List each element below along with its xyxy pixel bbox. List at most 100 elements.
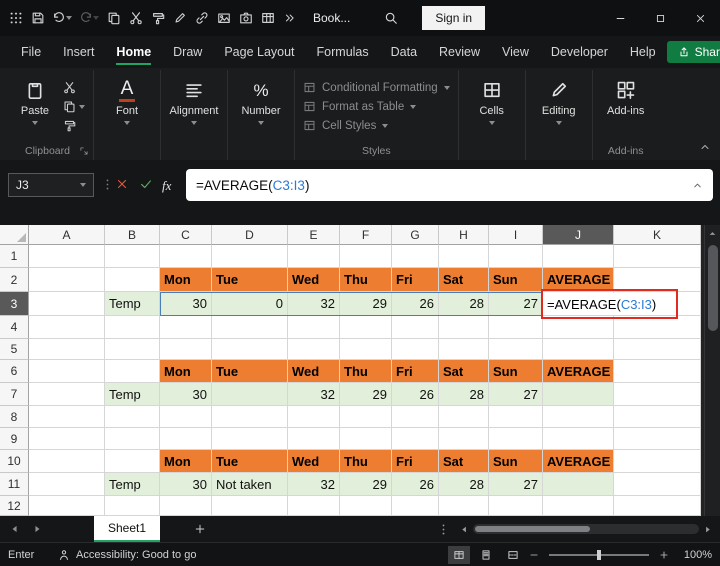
cell-H11[interactable]: 28 xyxy=(439,473,489,496)
image-icon[interactable] xyxy=(214,6,233,30)
cell-D8[interactable] xyxy=(212,406,288,428)
horizontal-scrollbar[interactable] xyxy=(460,524,712,534)
cell-D12[interactable] xyxy=(212,496,288,516)
cell-E10[interactable]: Wed xyxy=(288,450,340,473)
select-all-button[interactable] xyxy=(0,225,29,245)
cell-D1[interactable] xyxy=(212,245,288,268)
cell-I1[interactable] xyxy=(489,245,543,268)
cell-E1[interactable] xyxy=(288,245,340,268)
cell-B4[interactable] xyxy=(105,316,160,339)
cell-J9[interactable] xyxy=(543,428,614,450)
cell-F7[interactable]: 29 xyxy=(340,383,392,406)
cell-G11[interactable]: 26 xyxy=(392,473,439,496)
cell-K10[interactable] xyxy=(614,450,701,473)
cell-J12[interactable] xyxy=(543,496,614,516)
cell-D9[interactable] xyxy=(212,428,288,450)
editing-button[interactable]: Editing xyxy=(534,72,584,144)
cell-B5[interactable] xyxy=(105,339,160,360)
format-painter-icon[interactable] xyxy=(148,6,167,30)
cell-J8[interactable] xyxy=(543,406,614,428)
cell-K11[interactable] xyxy=(614,473,701,496)
cell-K5[interactable] xyxy=(614,339,701,360)
row-header-5[interactable]: 5 xyxy=(0,339,29,360)
cell-I4[interactable] xyxy=(489,316,543,339)
scroll-up-icon[interactable] xyxy=(705,225,720,241)
cell-A10[interactable] xyxy=(29,450,105,473)
name-box[interactable]: J3 xyxy=(8,173,94,197)
cell-H6[interactable]: Sat xyxy=(439,360,489,383)
cell-J1[interactable] xyxy=(543,245,614,268)
cell-J4[interactable] xyxy=(543,316,614,339)
share-button[interactable]: Share xyxy=(666,41,720,63)
row-header-7[interactable]: 7 xyxy=(0,383,29,406)
cell-H8[interactable] xyxy=(439,406,489,428)
column-header-B[interactable]: B xyxy=(105,225,160,245)
column-header-F[interactable]: F xyxy=(340,225,392,245)
search-icon[interactable] xyxy=(384,11,398,25)
cell-E7[interactable]: 32 xyxy=(288,383,340,406)
menu-review[interactable]: Review xyxy=(428,36,491,68)
conditional-formatting-button[interactable]: Conditional Formatting xyxy=(303,81,450,94)
cell-F11[interactable]: 29 xyxy=(340,473,392,496)
number-button[interactable]: % Number xyxy=(236,72,286,144)
cell-I8[interactable] xyxy=(489,406,543,428)
cell-G7[interactable]: 26 xyxy=(392,383,439,406)
cell-D10[interactable]: Tue xyxy=(212,450,288,473)
cell-H5[interactable] xyxy=(439,339,489,360)
font-button[interactable]: A Font xyxy=(102,72,152,144)
menu-developer[interactable]: Developer xyxy=(540,36,619,68)
format-as-table-button[interactable]: Format as Table xyxy=(303,100,450,113)
maximize-button[interactable] xyxy=(640,0,680,36)
save-icon[interactable] xyxy=(28,6,47,30)
row-header-10[interactable]: 10 xyxy=(0,450,29,473)
previous-sheet-icon[interactable] xyxy=(10,524,20,534)
cell-G4[interactable] xyxy=(392,316,439,339)
cell-B8[interactable] xyxy=(105,406,160,428)
table-icon[interactable] xyxy=(258,6,277,30)
cell-C6[interactable]: Mon xyxy=(160,360,212,383)
horizontal-scrollbar-track[interactable] xyxy=(473,524,699,534)
close-button[interactable] xyxy=(680,0,720,36)
clipboard-dialog-launcher-icon[interactable] xyxy=(79,146,89,156)
page-layout-view-button[interactable] xyxy=(475,546,497,564)
cell-A6[interactable] xyxy=(29,360,105,383)
cell-F10[interactable]: Thu xyxy=(340,450,392,473)
toolbar-overflow-icon[interactable] xyxy=(283,12,295,24)
cell-H2[interactable]: Sat xyxy=(439,268,489,292)
menu-view[interactable]: View xyxy=(491,36,540,68)
format-painter-button[interactable] xyxy=(63,119,85,132)
cell-C5[interactable] xyxy=(160,339,212,360)
cell-E5[interactable] xyxy=(288,339,340,360)
cell-G2[interactable]: Fri xyxy=(392,268,439,292)
scroll-right-icon[interactable] xyxy=(703,525,712,534)
copy-button[interactable] xyxy=(63,100,85,113)
cell-H12[interactable] xyxy=(439,496,489,516)
column-header-J[interactable]: J xyxy=(543,225,614,245)
cell-G5[interactable] xyxy=(392,339,439,360)
formula-bar-input[interactable]: =AVERAGE(C3:I3) xyxy=(186,169,713,201)
zoom-level[interactable]: 100% xyxy=(682,549,712,561)
normal-view-button[interactable] xyxy=(448,545,470,564)
camera-icon[interactable] xyxy=(236,6,255,30)
cell-A8[interactable] xyxy=(29,406,105,428)
cell-E8[interactable] xyxy=(288,406,340,428)
cell-C9[interactable] xyxy=(160,428,212,450)
row-header-2[interactable]: 2 xyxy=(0,268,29,292)
cell-D3[interactable]: 0 xyxy=(212,292,288,316)
cell-A5[interactable] xyxy=(29,339,105,360)
cell-E12[interactable] xyxy=(288,496,340,516)
cell-F9[interactable] xyxy=(340,428,392,450)
cell-F3[interactable]: 29 xyxy=(340,292,392,316)
addins-button[interactable]: Add-ins xyxy=(601,72,651,144)
formula-bar-handle-icon[interactable] xyxy=(101,178,114,191)
column-header-I[interactable]: I xyxy=(489,225,543,245)
cut-icon[interactable] xyxy=(126,6,145,30)
cell-B11[interactable]: Temp xyxy=(105,473,160,496)
cell-I12[interactable] xyxy=(489,496,543,516)
cell-J6[interactable]: AVERAGE xyxy=(543,360,614,383)
collapse-formula-bar-icon[interactable] xyxy=(692,180,703,191)
cell-E9[interactable] xyxy=(288,428,340,450)
cell-K12[interactable] xyxy=(614,496,701,516)
cell-H1[interactable] xyxy=(439,245,489,268)
alignment-button[interactable]: Alignment xyxy=(169,72,219,144)
